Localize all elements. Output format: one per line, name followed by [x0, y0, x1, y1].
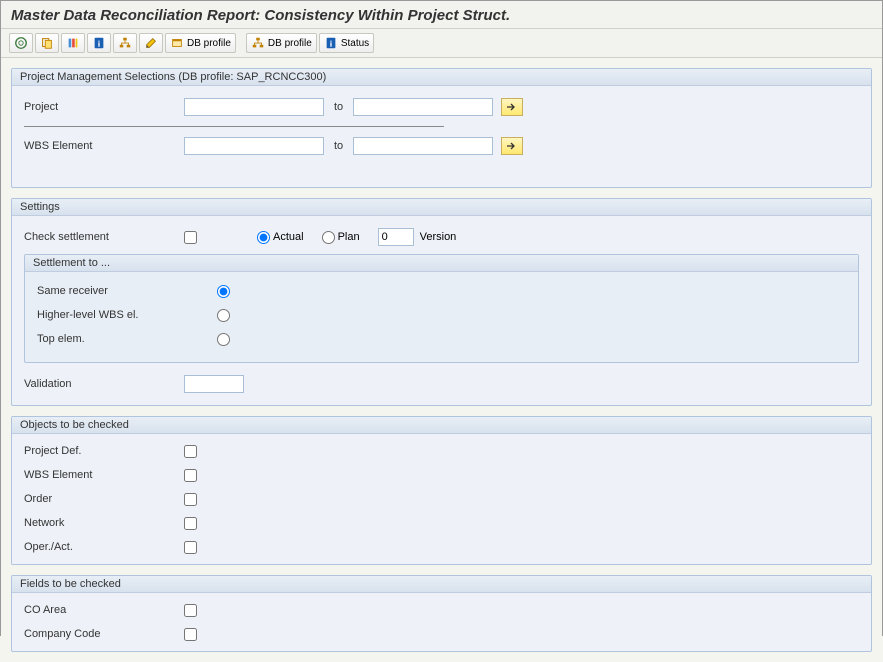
co-area-label: CO Area	[24, 604, 184, 616]
actual-label: Actual	[273, 231, 304, 243]
divider	[24, 126, 444, 127]
group-title-settlement-to: Settlement to ...	[25, 255, 858, 272]
oper-act-label: Oper./Act.	[24, 541, 184, 553]
same-receiver-label: Same receiver	[37, 285, 217, 297]
actual-radio[interactable]	[257, 231, 270, 244]
same-receiver-radio[interactable]	[217, 285, 230, 298]
project-from-input[interactable]	[184, 98, 324, 116]
project-to-text: to	[334, 101, 343, 113]
db-profile-menu-label: DB profile	[268, 38, 312, 49]
project-label: Project	[24, 101, 184, 113]
version-label: Version	[420, 231, 457, 243]
wbs-to-input[interactable]	[353, 137, 493, 155]
check-settlement-checkbox[interactable]	[184, 231, 197, 244]
wbs-label: WBS Element	[24, 140, 184, 152]
db-profile-menu-button[interactable]: DB profile	[246, 33, 317, 53]
project-multiple-selection-button[interactable]	[501, 98, 523, 116]
top-elem-radio[interactable]	[217, 333, 230, 346]
edit-button[interactable]	[139, 33, 163, 53]
co-area-checkbox[interactable]	[184, 604, 197, 617]
oper-act-checkbox[interactable]	[184, 541, 197, 554]
group-settings: Settings Check settlement Actual Plan Ve…	[11, 198, 872, 406]
version-input[interactable]	[378, 228, 414, 246]
status-menu-button[interactable]: i Status	[319, 33, 374, 53]
info-button[interactable]: i	[87, 33, 111, 53]
higher-level-label: Higher-level WBS el.	[37, 309, 217, 321]
order-checkbox[interactable]	[184, 493, 197, 506]
order-label: Order	[24, 493, 184, 505]
higher-level-radio[interactable]	[217, 309, 230, 322]
company-code-label: Company Code	[24, 628, 184, 640]
group-objects: Objects to be checked Project Def. WBS E…	[11, 416, 872, 565]
wbs-to-text: to	[334, 140, 343, 152]
check-settlement-label: Check settlement	[24, 231, 184, 243]
group-project-selections: Project Management Selections (DB profil…	[11, 68, 872, 188]
network-label: Network	[24, 517, 184, 529]
group-title-project-selections: Project Management Selections (DB profil…	[12, 69, 871, 86]
wbs-element-label: WBS Element	[24, 469, 184, 481]
network-checkbox[interactable]	[184, 517, 197, 530]
execute-button[interactable]	[9, 33, 33, 53]
plan-label: Plan	[338, 231, 360, 243]
wbs-multiple-selection-button[interactable]	[501, 137, 523, 155]
toolbar: i DB profile DB profile i Status	[1, 29, 882, 58]
group-title-settings: Settings	[12, 199, 871, 216]
proj-def-label: Project Def.	[24, 445, 184, 457]
page-title: Master Data Reconciliation Report: Consi…	[1, 1, 882, 29]
db-profile-button-label: DB profile	[187, 38, 231, 49]
group-fields: Fields to be checked CO Area Company Cod…	[11, 575, 872, 652]
status-menu-label: Status	[341, 38, 369, 49]
company-code-checkbox[interactable]	[184, 628, 197, 641]
wbs-from-input[interactable]	[184, 137, 324, 155]
group-title-fields: Fields to be checked	[12, 576, 871, 593]
group-title-objects: Objects to be checked	[12, 417, 871, 434]
top-elem-label: Top elem.	[37, 333, 217, 345]
plan-radio[interactable]	[322, 231, 335, 244]
layout-button[interactable]	[61, 33, 85, 53]
validation-label: Validation	[24, 378, 184, 390]
db-profile-button[interactable]: DB profile	[165, 33, 236, 53]
variant-get-button[interactable]	[35, 33, 59, 53]
group-settlement-to: Settlement to ... Same receiver Higher-l…	[24, 254, 859, 363]
proj-def-checkbox[interactable]	[184, 445, 197, 458]
project-to-input[interactable]	[353, 98, 493, 116]
structure-button[interactable]	[113, 33, 137, 53]
wbs-element-checkbox[interactable]	[184, 469, 197, 482]
validation-input[interactable]	[184, 375, 244, 393]
